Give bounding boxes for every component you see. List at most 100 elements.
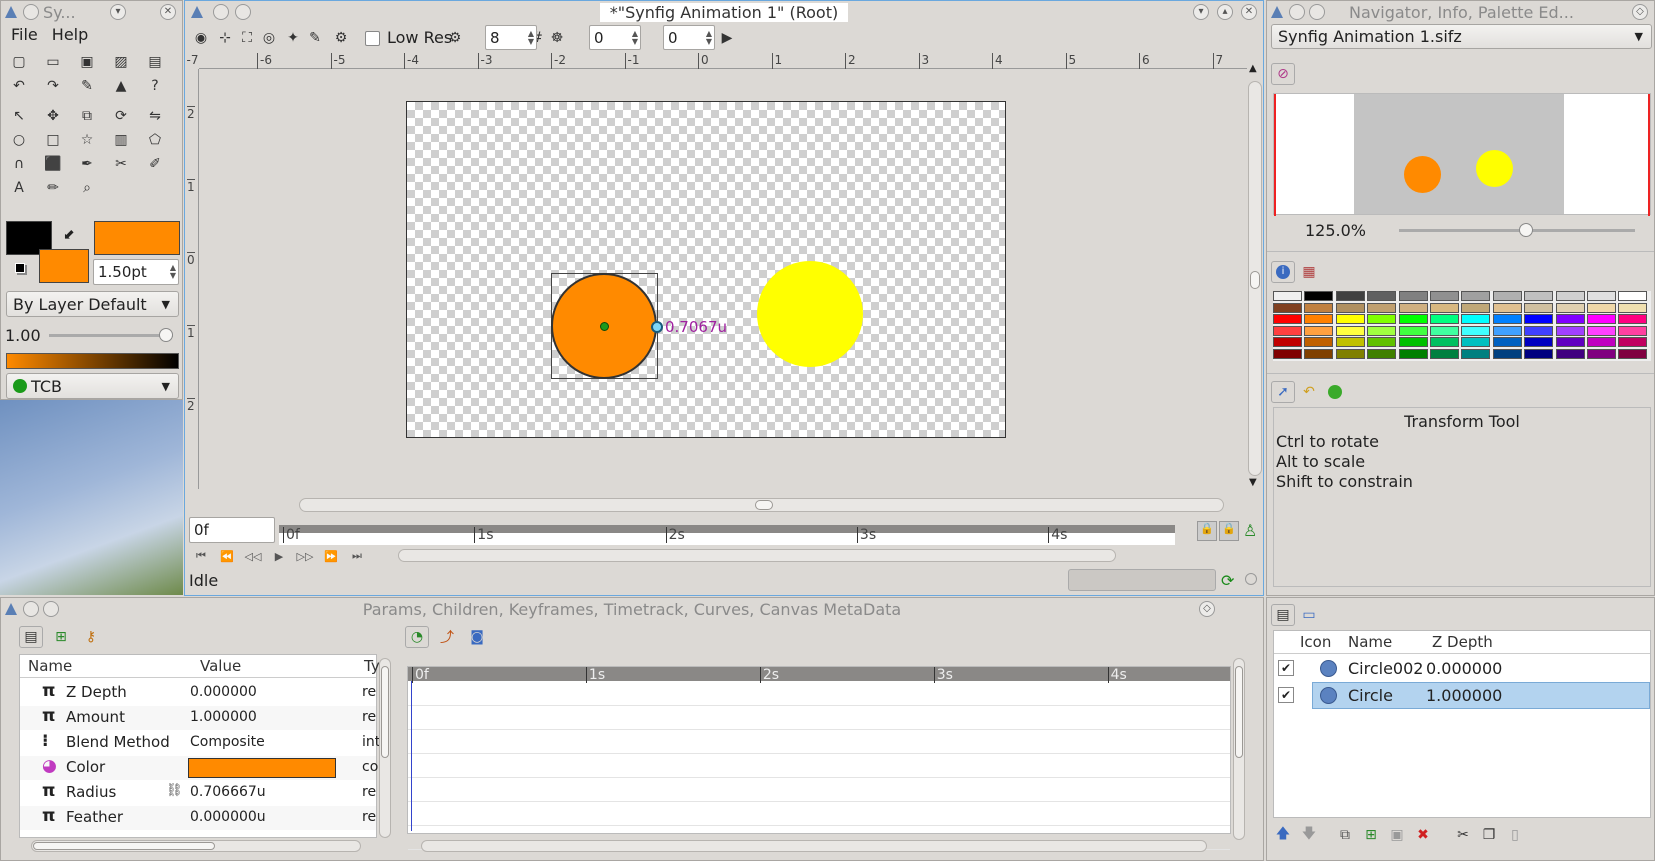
- polygon-tool-icon[interactable]: ⬠: [143, 129, 167, 151]
- palette-swatch[interactable]: [1587, 291, 1616, 301]
- timetrack-tab-icon[interactable]: ◔: [405, 626, 429, 648]
- metadata-tab-icon[interactable]: ◙: [465, 626, 489, 648]
- render-tab-icon[interactable]: [1323, 381, 1347, 403]
- palette-swatch[interactable]: [1273, 302, 1302, 313]
- canvas-file-combo[interactable]: Synfig Animation 1.sifz ▼: [1271, 24, 1652, 49]
- palette-swatch[interactable]: [1587, 348, 1616, 359]
- next-frame-icon[interactable]: ▷▷: [293, 545, 317, 567]
- prev-frame-icon[interactable]: ◁◁: [241, 545, 265, 567]
- open-file-icon[interactable]: ▭: [41, 51, 65, 73]
- palette-swatch[interactable]: [1304, 348, 1334, 359]
- palette-swatch[interactable]: [1430, 337, 1459, 347]
- canvas-work-area[interactable]: 0.7067u: [200, 70, 1245, 488]
- eyedropper-tool-icon[interactable]: ✐: [143, 153, 167, 175]
- palette-swatch[interactable]: [1618, 302, 1648, 313]
- palette-swatch[interactable]: [1430, 348, 1459, 359]
- curves-tab-icon[interactable]: ⤴: [435, 626, 459, 648]
- redo-icon[interactable]: ↷: [41, 75, 65, 97]
- rotate-tool-icon[interactable]: ⟳: [109, 105, 133, 127]
- timetrack-row[interactable]: [408, 705, 1230, 706]
- cut-icon[interactable]: ✂: [1451, 824, 1475, 846]
- preview-icon[interactable]: ▶: [715, 27, 739, 49]
- restore-icon[interactable]: ◇: [1199, 601, 1215, 617]
- palette-swatch[interactable]: [1304, 325, 1334, 336]
- draw-tool-icon[interactable]: ✒: [75, 153, 99, 175]
- palette-editor[interactable]: [1273, 291, 1651, 361]
- param-value[interactable]: 0.000000u: [190, 809, 266, 825]
- restore-icon[interactable]: ◇: [1632, 4, 1648, 20]
- palette-swatch[interactable]: [1335, 291, 1365, 301]
- children-tab-icon[interactable]: ⊞: [49, 626, 73, 648]
- outline-fill-swatch[interactable]: [39, 249, 89, 283]
- timetrack-row[interactable]: [408, 753, 1230, 754]
- palette-swatch[interactable]: [1273, 348, 1302, 359]
- palette-swatch[interactable]: [1587, 314, 1616, 324]
- palette-swatch[interactable]: [1461, 291, 1491, 301]
- palette-swatch[interactable]: [1367, 302, 1397, 313]
- col-header-name[interactable]: Name: [28, 657, 72, 675]
- scroll-up-icon[interactable]: ▲: [1249, 63, 1257, 74]
- show-grid-icon[interactable]: ◉: [189, 27, 213, 49]
- spin-arrows-icon[interactable]: ▲ ▼: [170, 264, 176, 280]
- palette-swatch[interactable]: [1273, 325, 1302, 336]
- spline-tool-icon[interactable]: ∩: [7, 153, 31, 175]
- palette-swatch[interactable]: [1398, 337, 1428, 347]
- minimize-icon[interactable]: ▾: [110, 4, 126, 20]
- lock-past-keyframe-icon[interactable]: 🔒: [1197, 521, 1217, 541]
- params-vscroll-thumb[interactable]: [381, 666, 389, 758]
- circle-tool-icon[interactable]: ○: [7, 129, 31, 151]
- palette-swatch[interactable]: [1398, 325, 1428, 336]
- palette-swatch[interactable]: [1524, 348, 1554, 359]
- save-as-icon[interactable]: ▨: [109, 51, 133, 73]
- onion-past-field[interactable]: 0 ▲ ▼: [589, 25, 641, 50]
- animation-mode-icon[interactable]: ♙: [1243, 521, 1257, 540]
- table-row[interactable]: π Amount 1.000000 re: [20, 706, 376, 730]
- lock-future-keyframe-icon[interactable]: 🔒: [1219, 521, 1239, 541]
- palette-swatch[interactable]: [1618, 325, 1648, 336]
- palette-swatch[interactable]: [1398, 314, 1428, 324]
- palette-swatch[interactable]: [1335, 348, 1365, 359]
- play-icon[interactable]: ▶: [267, 545, 291, 567]
- circle-radius-handle[interactable]: [651, 321, 663, 333]
- param-value[interactable]: Composite: [190, 734, 265, 750]
- draw-ducks-icon[interactable]: ✦: [281, 27, 305, 49]
- keep-above-icon[interactable]: [1309, 4, 1325, 20]
- resolution-field[interactable]: 8 ▲ ▼: [485, 25, 537, 50]
- sketch-tool-icon[interactable]: ✏: [41, 177, 65, 199]
- palette-swatch[interactable]: [1304, 291, 1334, 301]
- palette-swatch[interactable]: [1618, 348, 1648, 359]
- palette-swatch[interactable]: [1587, 325, 1616, 336]
- star-tool-icon[interactable]: ☆: [75, 129, 99, 151]
- keep-above-icon[interactable]: [235, 4, 251, 20]
- param-value[interactable]: 0.706667u: [190, 784, 266, 800]
- table-row[interactable]: ✔ Circle002 0.000000: [1274, 655, 1650, 682]
- palette-swatch[interactable]: [1555, 325, 1585, 336]
- canvas-frame[interactable]: 0.7067u: [406, 101, 1006, 438]
- history-tab-icon[interactable]: ↶: [1297, 381, 1321, 403]
- palette-swatch[interactable]: [1524, 325, 1554, 336]
- palette-swatch[interactable]: [1492, 291, 1522, 301]
- palette-swatch[interactable]: [1461, 325, 1491, 336]
- gradient-preview[interactable]: [6, 353, 179, 369]
- current-frame-field[interactable]: 0f: [189, 517, 275, 543]
- palette-swatch[interactable]: [1461, 314, 1491, 324]
- mirror-tool-icon[interactable]: ⇋: [143, 105, 167, 127]
- minimize-icon[interactable]: ▾: [1193, 4, 1209, 20]
- info-tab-icon[interactable]: i: [1271, 261, 1295, 283]
- palette-swatch[interactable]: [1492, 314, 1522, 324]
- outline-width-field[interactable]: 1.50pt ▲ ▼: [93, 259, 179, 285]
- menu-file[interactable]: File: [11, 25, 38, 44]
- zoom-slider-handle[interactable]: [1519, 223, 1533, 237]
- palette-swatch[interactable]: [1461, 348, 1491, 359]
- palette-swatch[interactable]: [1555, 291, 1585, 301]
- palette-swatch[interactable]: [1461, 337, 1491, 347]
- encapsulate-layer-icon[interactable]: ⊞: [1359, 824, 1383, 846]
- col-header-z-depth[interactable]: Z Depth: [1432, 633, 1493, 651]
- palette-swatch[interactable]: [1430, 291, 1459, 301]
- col-header-icon[interactable]: Icon: [1300, 633, 1331, 651]
- paste-icon[interactable]: ▯: [1503, 824, 1527, 846]
- cutout-tool-icon[interactable]: ✂: [109, 153, 133, 175]
- col-header-value[interactable]: Value: [200, 657, 241, 675]
- layer-name[interactable]: Circle002: [1348, 659, 1423, 678]
- color-value-swatch[interactable]: [188, 758, 336, 778]
